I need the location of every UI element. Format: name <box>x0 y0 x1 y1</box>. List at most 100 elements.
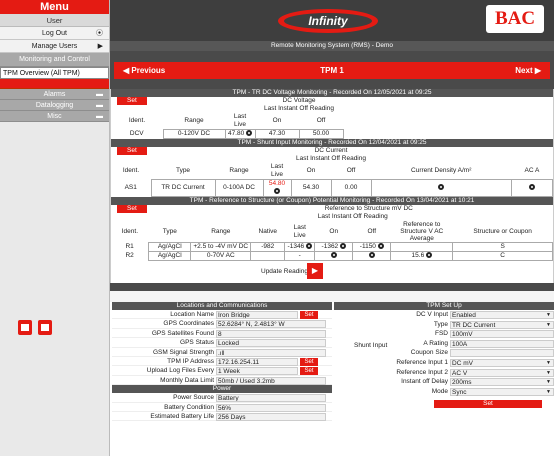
power-icon: ⦿ <box>96 30 103 37</box>
next-label: Next <box>515 66 533 75</box>
shunt-off-header: Off <box>346 167 356 174</box>
type-select[interactable]: TR DC Current ▼ <box>450 320 554 329</box>
gear-icon[interactable] <box>274 188 280 195</box>
dcv-off-header: Off <box>316 117 326 124</box>
next-button[interactable]: Next ▶ <box>515 62 541 79</box>
shunt-set-button[interactable]: Set <box>117 147 147 155</box>
misc-menu[interactable]: Misc ▬ <box>0 111 109 122</box>
shunt-last-value: 54.80 <box>268 180 286 187</box>
dcv-set-button[interactable]: Set <box>117 97 147 105</box>
battery-condition-value: 56% <box>216 403 326 412</box>
ref-r2-sc: C <box>452 251 553 261</box>
gps-coordinates-value: 52.6284° N, 2.4813° W <box>216 320 326 329</box>
gear-icon[interactable] <box>368 252 375 259</box>
fsd-field[interactable]: 100mV <box>450 330 554 339</box>
logo-text: Infinity <box>308 14 349 28</box>
gear-icon[interactable] <box>339 243 346 250</box>
tpm-overview-item[interactable]: TPM Overview (All TPM) <box>0 67 109 79</box>
shunt-section: TPM - Shunt Input Monitoring - Recorded … <box>110 139 554 197</box>
update-readings-button[interactable]: ▶ <box>307 263 323 279</box>
instant-off-select[interactable]: 200ms ▼ <box>450 378 554 387</box>
logout-button[interactable]: Log Out ⦿ <box>0 27 109 40</box>
dcv-input-select[interactable]: Enabled ▼ <box>450 311 554 319</box>
ref-set-button[interactable]: Set <box>117 205 147 213</box>
mode-select[interactable]: Sync ▼ <box>450 387 554 396</box>
ref-input1-select[interactable]: DC mV ▼ <box>450 358 554 367</box>
misc-label: Misc <box>47 113 62 120</box>
shunt-group-label: DC Current <box>314 147 348 154</box>
coupon-size-field[interactable] <box>450 349 554 358</box>
power-source-label: Power Source <box>173 394 214 402</box>
dropdown-caret-icon: ▼ <box>546 388 551 395</box>
shunt-title: TPM - Shunt Input Monitoring - Recorded … <box>111 139 553 147</box>
dropdown-caret-icon: ▼ <box>546 379 551 386</box>
alarms-menu[interactable]: Alarms ▬ <box>0 89 109 100</box>
bac-logo: BAC <box>486 5 544 33</box>
tpm-ip-field[interactable]: 172.16.254.11 <box>216 357 298 366</box>
gear-icon[interactable] <box>330 252 337 259</box>
instant-off-value: 200ms <box>452 379 472 387</box>
tpm-overview-label: TPM Overview (All TPM) <box>3 70 80 77</box>
pdf-icon[interactable] <box>38 320 52 335</box>
tpm-title: TPM 1 <box>320 66 344 75</box>
ref-group-label: Reference to Structure mV DC <box>324 205 413 212</box>
dcv-off: 50.00 <box>298 129 344 139</box>
dcv-group-label: DC Voltage <box>282 97 316 104</box>
manage-users-button[interactable]: Manage Users ▶ <box>0 40 109 53</box>
collapse-icon: ▬ <box>96 102 103 109</box>
ip-set-button[interactable]: Set <box>300 357 318 366</box>
locations-panel: Locations and Communications Location Na… <box>112 302 332 422</box>
ref-last-header: Last Live <box>293 223 306 239</box>
menu-title: Menu <box>0 0 109 14</box>
monitoring-menu[interactable]: Monitoring and Control <box>0 53 109 67</box>
fsd-label: FSD <box>435 330 448 338</box>
upload-set-button[interactable]: Set <box>300 367 318 376</box>
location-name-field[interactable]: Iron Bridge <box>216 311 298 319</box>
instant-off-label: Instant off Delay <box>401 378 448 386</box>
ref-r1-off-value: -1150 <box>359 243 376 250</box>
dcv-on: 47.30 <box>254 129 300 139</box>
gear-icon[interactable] <box>377 243 384 250</box>
collapse-icon: ▬ <box>96 91 103 98</box>
shunt-range-header: Range <box>229 167 249 174</box>
dc-voltage-table: Set DC Voltage Last Instant Off Reading … <box>111 97 553 139</box>
ref-ident-header: Ident. <box>121 227 139 235</box>
ref-r2-on <box>314 251 354 261</box>
shunt-aca-header: AC A <box>524 167 540 174</box>
shunt-aca <box>510 179 554 197</box>
a-rating-label: A Rating <box>423 339 448 347</box>
page-subtitle: Remote Monitoring System (RMS) - Demo <box>110 41 554 51</box>
gear-icon[interactable] <box>438 184 445 191</box>
print-icon[interactable] <box>18 320 32 335</box>
lower-panels: Locations and Communications Location Na… <box>110 302 554 456</box>
gear-icon[interactable] <box>528 184 535 191</box>
dropdown-caret-icon: ▼ <box>546 321 551 328</box>
dcv-ident-header: Ident. <box>128 117 146 125</box>
ref-input2-select[interactable]: AC V ▼ <box>450 368 554 377</box>
setup-set-button[interactable]: Set <box>434 400 542 408</box>
ref-r2-range: 0-70V AC <box>190 251 252 261</box>
reference-table: Set Reference to Structure mV DC Last In… <box>111 205 553 261</box>
shunt-density-header: Current Density A/m² <box>411 167 472 174</box>
ref-r1-native: -982 <box>250 242 286 252</box>
a-rating-field[interactable]: 100A <box>450 339 554 348</box>
user-label: User <box>0 14 109 27</box>
gear-icon[interactable] <box>246 130 253 137</box>
nav-bar: ◀ Previous TPM 1 Next ▶ <box>114 62 550 79</box>
gear-icon[interactable] <box>426 252 432 259</box>
battery-condition-label: Battery Condition <box>164 403 214 411</box>
dcv-on-header: On <box>272 117 282 124</box>
ref-r2-avg-value: 15.6 <box>411 252 425 259</box>
ref-sc-header: Structure or Coupon <box>473 228 532 235</box>
datalogging-menu[interactable]: Datalogging ▬ <box>0 100 109 111</box>
dcv-last-value: 47.80 <box>227 130 245 137</box>
shunt-off: 0.00 <box>330 179 372 197</box>
ref-r1-range: +2.5 to -4V mV DC <box>190 242 252 252</box>
ref-r1-ident: R1 <box>125 243 134 250</box>
location-set-button[interactable]: Set <box>300 311 318 319</box>
ref-r1-type: Ag/AgCl <box>148 242 192 252</box>
gear-icon[interactable] <box>305 243 312 250</box>
ref-range-header: Range <box>211 227 231 235</box>
upload-log-field[interactable]: 1 Week <box>216 367 298 376</box>
ref-on-header: On <box>329 227 339 235</box>
